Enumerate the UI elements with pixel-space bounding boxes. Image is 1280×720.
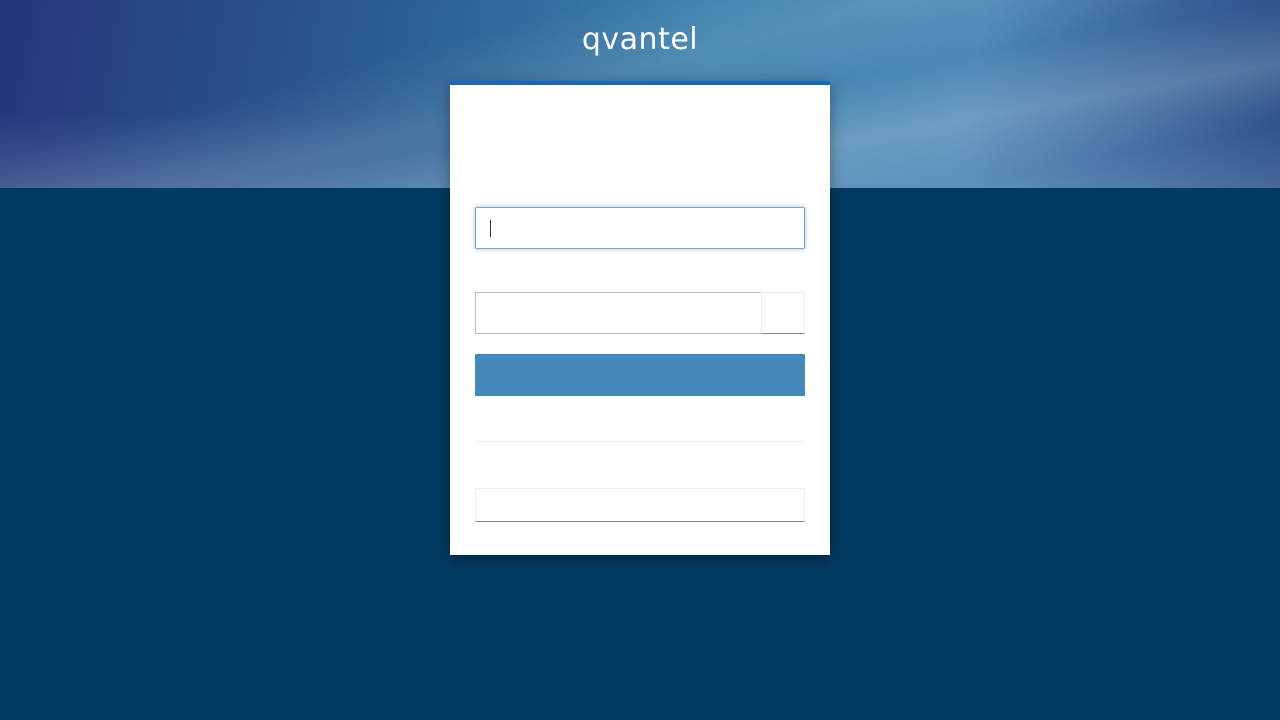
- show-password-button[interactable]: [761, 292, 805, 334]
- username-input[interactable]: [475, 207, 805, 249]
- alternative-login-button[interactable]: [475, 488, 805, 522]
- qvantel-logo: qvantel: [581, 22, 699, 57]
- text-cursor: [490, 220, 491, 237]
- password-field-group: [475, 292, 805, 334]
- password-input[interactable]: [475, 292, 762, 334]
- divider: [475, 441, 805, 442]
- login-button[interactable]: [475, 354, 805, 396]
- login-card: [450, 81, 830, 555]
